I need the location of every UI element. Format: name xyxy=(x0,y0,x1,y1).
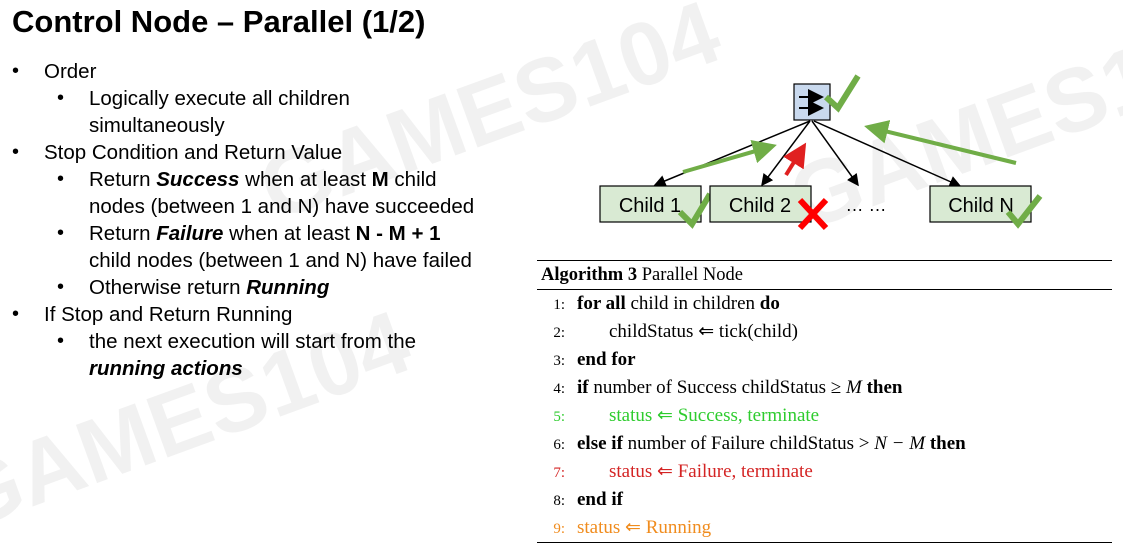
algo-line-4: 4: if number of Success childStatus ≥ M t… xyxy=(537,374,902,402)
bullet-dot: • xyxy=(12,303,20,325)
keyword: then xyxy=(925,433,966,454)
algorithm-caption: Algorithm 3 Parallel Node xyxy=(537,260,1112,290)
keyword: end for xyxy=(577,349,636,370)
text: status ⇐ Running xyxy=(577,517,712,538)
text: Otherwise return xyxy=(89,276,247,299)
text: childStatus ⇐ tick(child) xyxy=(609,321,798,342)
algo-line-2: 2: childStatus ⇐ tick(child) xyxy=(537,318,798,346)
line-number: 2: xyxy=(553,325,565,341)
algo-line-8: 8: end if xyxy=(537,486,623,514)
line-number: 5: xyxy=(553,409,565,425)
algo-line-1: 1: for all child in children do xyxy=(537,290,780,318)
algorithm-number: Algorithm 3 xyxy=(541,265,638,285)
math-n-minus-m: N − M xyxy=(874,433,926,454)
bullet-next-exec: the next execution will start from the xyxy=(89,330,417,353)
text: child in children xyxy=(625,293,760,314)
line-number: 4: xyxy=(553,381,565,397)
algo-line-5: 5: status ⇐ Success, terminate xyxy=(537,402,819,430)
line-number: 9: xyxy=(553,521,565,537)
algorithm-box: Algorithm 3 Parallel Node 1: for all chil… xyxy=(537,260,1112,543)
keyword: end if xyxy=(577,489,623,510)
keyword: if xyxy=(577,377,589,398)
math-m: M xyxy=(846,377,862,398)
text: status ⇐ Failure, terminate xyxy=(609,461,813,482)
child-node-2: Child 2 xyxy=(709,185,812,223)
running-word: Running xyxy=(246,276,330,299)
algo-line-3: 3: end for xyxy=(537,346,636,374)
bullet-otherwise: Otherwise return Running xyxy=(89,274,329,301)
parallel-node xyxy=(793,83,831,121)
child-n-label: Child N xyxy=(948,195,1014,217)
algo-line-7: 7: status ⇐ Failure, terminate xyxy=(537,458,813,486)
check-icon xyxy=(823,74,861,113)
text: number of Failure childStatus > xyxy=(622,433,875,454)
keyword: do xyxy=(759,293,780,314)
text: status ⇐ Success, terminate xyxy=(609,405,820,426)
keyword: then xyxy=(861,377,903,398)
keyword: else if xyxy=(577,433,623,454)
behavior-tree-diagram: Child 1 Child 2 … … Child N xyxy=(599,74,1043,231)
bullet-dot: • xyxy=(57,330,65,352)
success-arrow xyxy=(682,140,777,174)
algorithm-name: Parallel Node xyxy=(637,265,743,285)
success-arrow xyxy=(864,120,1017,165)
bullet-if-stop: If Stop and Return Running xyxy=(44,303,293,326)
line-number: 7: xyxy=(553,465,565,481)
algorithm-bottom-rule xyxy=(537,542,1112,543)
child-node-n: Child N xyxy=(929,185,1032,223)
ellipsis: … … xyxy=(845,195,886,215)
line-number: 8: xyxy=(553,493,565,509)
line-number: 6: xyxy=(553,437,565,453)
line-number: 3: xyxy=(553,353,565,369)
text: running actions xyxy=(89,357,243,380)
keyword: for all xyxy=(577,293,626,314)
child-2-label: Child 2 xyxy=(729,195,791,217)
algo-line-9: 9: status ⇐ Running xyxy=(537,514,711,542)
algo-line-6: 6: else if number of Failure childStatus … xyxy=(537,430,966,458)
bullet-dot: • xyxy=(57,276,65,298)
bullet-running-actions: running actions xyxy=(89,355,243,382)
child-1-label: Child 1 xyxy=(619,195,681,217)
text: number of Success childStatus ≥ xyxy=(588,377,846,398)
line-number: 1: xyxy=(553,297,565,313)
